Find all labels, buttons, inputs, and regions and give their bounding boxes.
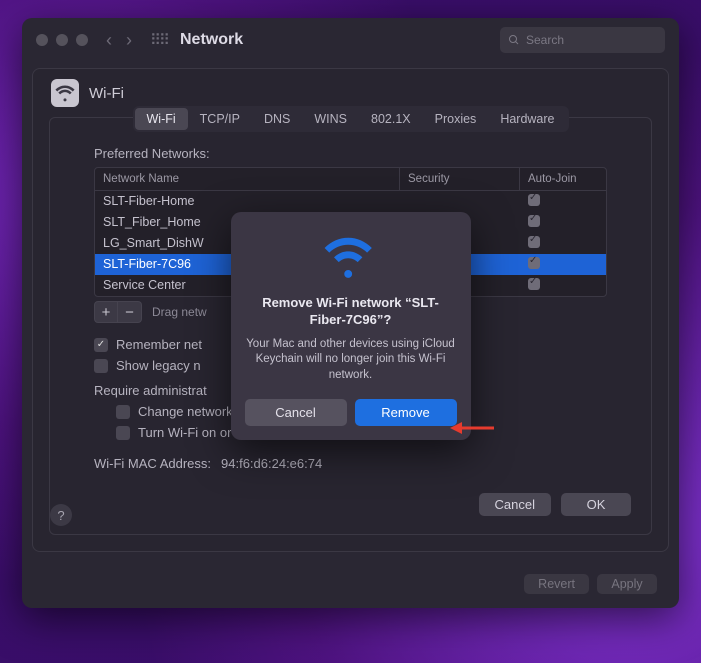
sheet-buttons: Cancel OK [70, 493, 631, 516]
help-button[interactable]: ? [50, 504, 72, 526]
network-autojoin[interactable] [520, 212, 606, 233]
network-autojoin[interactable] [520, 275, 606, 296]
wifi-icon [51, 79, 79, 107]
apply-button[interactable]: Apply [597, 574, 657, 594]
tab-proxies[interactable]: Proxies [423, 108, 489, 130]
add-network-button[interactable]: + [94, 301, 118, 323]
dialog-title: Remove Wi-Fi network “SLT-Fiber-7C96”? [245, 295, 457, 329]
minimize-window[interactable] [56, 34, 68, 46]
autojoin-check[interactable] [528, 278, 540, 290]
drag-hint: Drag netw [152, 305, 207, 319]
close-window[interactable] [36, 34, 48, 46]
dialog-remove-button[interactable]: Remove [355, 399, 457, 426]
autojoin-check[interactable] [528, 215, 540, 227]
search-placeholder: Search [526, 33, 564, 47]
mac-value: 94:f6:d6:24:e6:74 [221, 456, 322, 471]
legacy-label: Show legacy n [116, 358, 201, 373]
remember-label: Remember net [116, 337, 202, 352]
mac-label: Wi-Fi MAC Address: [94, 456, 211, 471]
remove-network-dialog: Remove Wi-Fi network “SLT-Fiber-7C96”? Y… [231, 212, 471, 440]
ok-button[interactable]: OK [561, 493, 631, 516]
search-field[interactable]: Search [500, 27, 665, 53]
zoom-window[interactable] [76, 34, 88, 46]
col-autojoin[interactable]: Auto-Join [520, 168, 606, 190]
tab-dns[interactable]: DNS [252, 108, 302, 130]
panel-title: Wi-Fi [89, 85, 124, 102]
tab-hardware[interactable]: Hardware [488, 108, 566, 130]
window-title: Network [180, 31, 243, 49]
preferred-networks-label: Preferred Networks: [94, 146, 631, 161]
autojoin-check[interactable] [528, 236, 540, 248]
titlebar: ‹ › ⠿⠿ Network Search [22, 18, 679, 62]
dialog-cancel-button[interactable]: Cancel [245, 399, 347, 426]
table-header: Network Name Security Auto-Join [95, 168, 606, 191]
col-security[interactable]: Security [400, 168, 520, 190]
all-prefs-icon[interactable]: ⠿⠿ [150, 31, 168, 49]
remove-network-button[interactable]: − [118, 301, 142, 323]
panel-header: Wi-Fi [49, 79, 652, 107]
network-security [400, 191, 520, 212]
dialog-body: Your Mac and other devices using iCloud … [245, 337, 457, 384]
tab-wins[interactable]: WINS [302, 108, 359, 130]
revert-button[interactable]: Revert [524, 574, 589, 594]
table-row[interactable]: SLT-Fiber-Home [95, 191, 606, 212]
change-networks-label: Change networks [138, 404, 239, 419]
turn-wifi-checkbox[interactable] [116, 426, 130, 440]
forward-button[interactable]: › [126, 30, 132, 51]
wifi-icon [323, 234, 379, 278]
remember-checkbox[interactable] [94, 338, 108, 352]
tab-802-1x[interactable]: 802.1X [359, 108, 423, 130]
network-autojoin[interactable] [520, 233, 606, 254]
window-controls [36, 34, 88, 46]
search-icon [508, 34, 520, 46]
legacy-checkbox[interactable] [94, 359, 108, 373]
change-networks-checkbox[interactable] [116, 405, 130, 419]
back-button[interactable]: ‹ [106, 30, 112, 51]
network-name: SLT-Fiber-Home [95, 191, 400, 212]
network-autojoin[interactable] [520, 191, 606, 212]
dialog-buttons: Cancel Remove [245, 399, 457, 426]
tab-bar: Wi-FiTCP/IPDNSWINS802.1XProxiesHardware [133, 106, 569, 132]
cancel-button[interactable]: Cancel [479, 493, 551, 516]
autojoin-check[interactable] [528, 257, 540, 269]
tab-tcp-ip[interactable]: TCP/IP [188, 108, 252, 130]
autojoin-check[interactable] [528, 194, 540, 206]
tab-wi-fi[interactable]: Wi-Fi [135, 108, 188, 130]
col-network-name[interactable]: Network Name [95, 168, 400, 190]
annotation-arrow [450, 418, 494, 438]
mac-address-row: Wi-Fi MAC Address: 94:f6:d6:24:e6:74 [94, 456, 607, 471]
outer-buttons: Revert Apply [22, 562, 679, 608]
network-autojoin[interactable] [520, 254, 606, 275]
nav-arrows: ‹ › [106, 30, 132, 51]
